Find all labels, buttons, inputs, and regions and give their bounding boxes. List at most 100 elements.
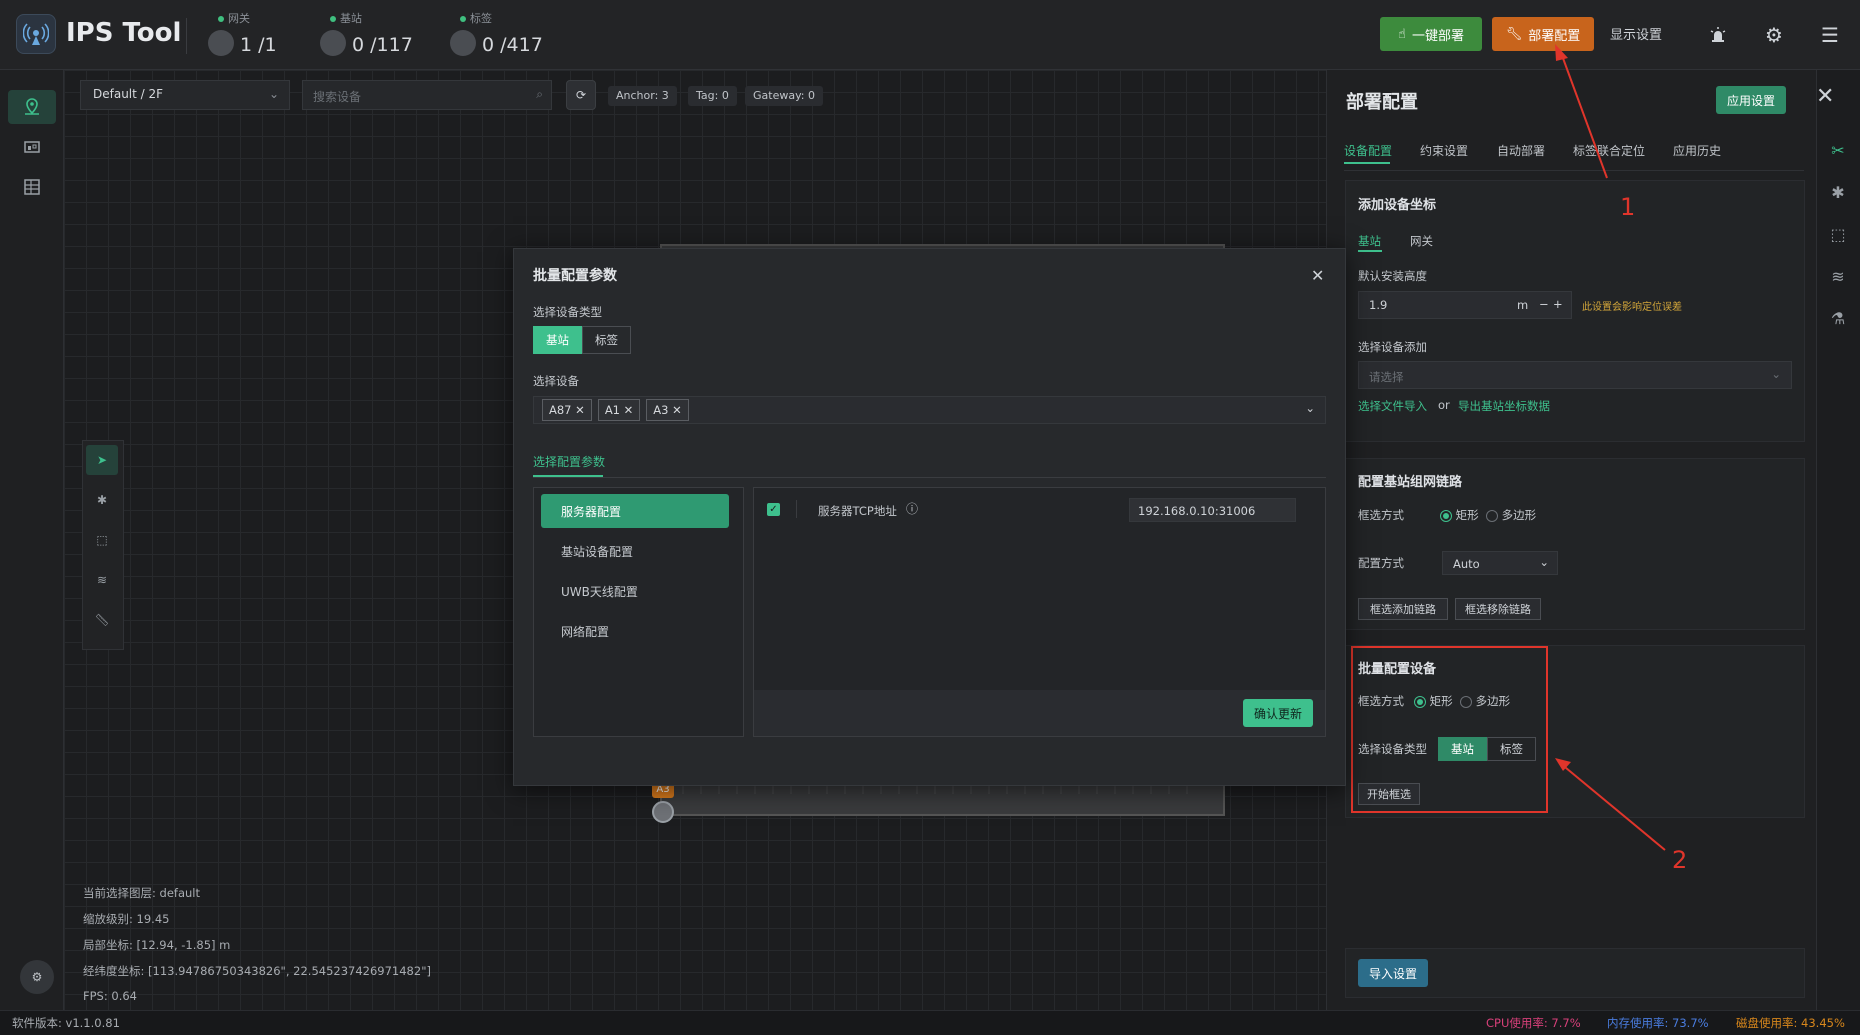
anchor-marker-icon[interactable]	[652, 801, 674, 823]
gateway-stat-label: 网关	[218, 10, 250, 26]
add-link-button[interactable]: 框选添加链路	[1358, 598, 1448, 620]
file-import-link[interactable]: 选择文件导入	[1358, 398, 1427, 414]
row-checkbox[interactable]: ✓	[767, 503, 780, 516]
row-divider	[796, 500, 797, 518]
select-device-dropdown[interactable]: 请选择 ⌄	[1358, 361, 1792, 389]
remove-link-button[interactable]: 框选移除链路	[1455, 598, 1541, 620]
tab-apply-history[interactable]: 应用历史	[1673, 142, 1721, 159]
cfg-item-anchor-device[interactable]: 基站设备配置	[541, 534, 729, 568]
batch-polygon-label: 多边形	[1475, 694, 1511, 708]
gear-icon[interactable]: ⚙	[1761, 22, 1787, 48]
batch-select-mode-label: 框选方式	[1358, 694, 1404, 708]
params-tab[interactable]: 选择配置参数	[533, 453, 605, 470]
minus-icon[interactable]: −	[1539, 297, 1549, 311]
batch-radio-group: 矩形 多边形	[1414, 693, 1510, 709]
start-select-button[interactable]: 开始框选	[1358, 783, 1420, 805]
height-warning: 此设置会影响定位误差	[1582, 302, 1682, 313]
divider	[186, 18, 187, 54]
memory-usage: 内存使用率: 73.7%	[1607, 1015, 1709, 1031]
pointer-tool-icon[interactable]: ➤	[86, 445, 118, 475]
tab-tag-joint-positioning[interactable]: 标签联合定位	[1573, 142, 1645, 159]
tag-stat-value: 0 /417	[482, 34, 543, 56]
active-tab-indicator	[1344, 162, 1390, 164]
tab-auto-deploy[interactable]: 自动部署	[1497, 142, 1545, 159]
tag-count-pill: Tag: 0	[688, 86, 737, 106]
box-select-tool-icon[interactable]: ⬚	[86, 525, 118, 555]
display-settings-link[interactable]: 显示设置	[1610, 24, 1662, 43]
cfg-item-server[interactable]: 服务器配置	[541, 494, 729, 528]
layers-tool-icon[interactable]: ≋	[86, 565, 118, 595]
modal-type-tag[interactable]: 标签	[582, 326, 631, 354]
tab-constraints[interactable]: 约束设置	[1420, 142, 1468, 159]
export-link[interactable]: 导出基站坐标数据	[1458, 398, 1550, 414]
tools-icon[interactable]: ✂	[1822, 134, 1854, 166]
radio-polygon[interactable]	[1485, 509, 1498, 522]
mem-label: 内存使用率:	[1607, 1016, 1669, 1030]
height-input[interactable]: 1.9 m − +	[1358, 291, 1572, 319]
help-icon[interactable]: ⓘ	[906, 500, 918, 517]
subtab-gateway[interactable]: 网关	[1410, 233, 1433, 249]
one-click-deploy-button[interactable]: ☝ 一键部署	[1380, 17, 1482, 51]
settings-gear-icon[interactable]: ⚙	[20, 960, 54, 994]
building-nav-icon[interactable]	[8, 170, 56, 204]
chevron-down-icon: ⌄	[268, 87, 279, 101]
link-select-mode-label: 框选方式	[1358, 508, 1404, 522]
anchor-stat: 基站 0 /117	[320, 8, 430, 62]
subtab-anchor[interactable]: 基站	[1358, 233, 1381, 249]
confirm-update-button[interactable]: 确认更新	[1243, 699, 1313, 727]
batch-radio-polygon[interactable]	[1459, 695, 1472, 708]
device-multi-select[interactable]: A87 ✕ A1 ✕ A3 ✕ ⌄	[533, 396, 1326, 424]
left-nav	[0, 70, 64, 1010]
remove-chip-icon[interactable]: ✕	[624, 403, 634, 417]
remove-chip-icon[interactable]: ✕	[575, 403, 585, 417]
deploy-config-button[interactable]: 🔧︎ 部署配置	[1492, 17, 1594, 51]
layers-icon[interactable]: ≋	[1822, 260, 1854, 292]
device-chip[interactable]: A1 ✕	[597, 399, 641, 421]
apply-settings-button[interactable]: 应用设置	[1716, 86, 1786, 114]
bug-tool-icon[interactable]: ✱	[86, 485, 118, 515]
status-bar	[0, 1010, 1860, 1035]
chevron-down-icon: ⌄	[1771, 367, 1781, 381]
device-chip[interactable]: A3 ✕	[646, 399, 689, 421]
local-coord-info: 局部坐标: [12.94, -1.85] m	[83, 938, 231, 952]
batch-type-segment: 基站 标签	[1438, 737, 1536, 761]
batch-type-anchor[interactable]: 基站	[1438, 737, 1487, 761]
map-nav-icon[interactable]	[8, 90, 56, 124]
cfg-item-uwb-antenna[interactable]: UWB天线配置	[541, 574, 729, 608]
select-placeholder: 请选择	[1369, 370, 1404, 384]
deploy-config-label: 部署配置	[1528, 28, 1581, 44]
tab-device-config[interactable]: 设备配置	[1344, 142, 1392, 159]
polygon-label: 多边形	[1501, 508, 1537, 522]
close-icon[interactable]: ✕	[1816, 84, 1836, 109]
hand-icon: ☝	[1398, 26, 1406, 42]
device-chip-label: A87	[549, 403, 572, 417]
menu-icon[interactable]: ☰	[1817, 22, 1843, 48]
server-tcp-input[interactable]: 192.168.0.10:31006	[1129, 498, 1296, 522]
device-search-input[interactable]: 搜索设备 ⌕	[302, 80, 552, 110]
modal-close-icon[interactable]: ✕	[1311, 266, 1324, 285]
bug-icon[interactable]: ✱	[1822, 176, 1854, 208]
modal-type-anchor[interactable]: 基站	[533, 326, 582, 354]
device-chip[interactable]: A87 ✕	[542, 399, 592, 421]
config-mode-select[interactable]: Auto ⌄	[1442, 551, 1558, 575]
radio-rect[interactable]	[1440, 509, 1452, 522]
remove-chip-icon[interactable]: ✕	[672, 403, 682, 417]
layer-info: 当前选择图层: default	[83, 886, 200, 900]
plus-icon[interactable]: +	[1553, 297, 1563, 311]
box-select-icon[interactable]: ⬚	[1822, 218, 1854, 250]
cfg-item-network[interactable]: 网络配置	[541, 614, 729, 648]
floor-select[interactable]: Default / 2F ⌄	[80, 80, 290, 110]
devices-nav-icon[interactable]	[8, 130, 56, 164]
batch-radio-rect[interactable]	[1414, 695, 1426, 708]
params-divider	[533, 477, 1326, 478]
unit-label: m	[1517, 298, 1529, 312]
flask-icon[interactable]: ⚗	[1822, 302, 1854, 334]
search-placeholder: 搜索设备	[313, 90, 362, 104]
disk-usage: 磁盘使用率: 43.45%	[1736, 1015, 1845, 1031]
alarm-icon[interactable]	[1705, 22, 1731, 48]
floor-select-value: Default / 2F	[93, 87, 164, 101]
ruler-tool-icon[interactable]: 📏︎	[86, 605, 118, 635]
refresh-button[interactable]: ⟳	[566, 80, 596, 110]
import-settings-button[interactable]: 导入设置	[1358, 959, 1428, 987]
batch-type-tag[interactable]: 标签	[1487, 737, 1536, 761]
